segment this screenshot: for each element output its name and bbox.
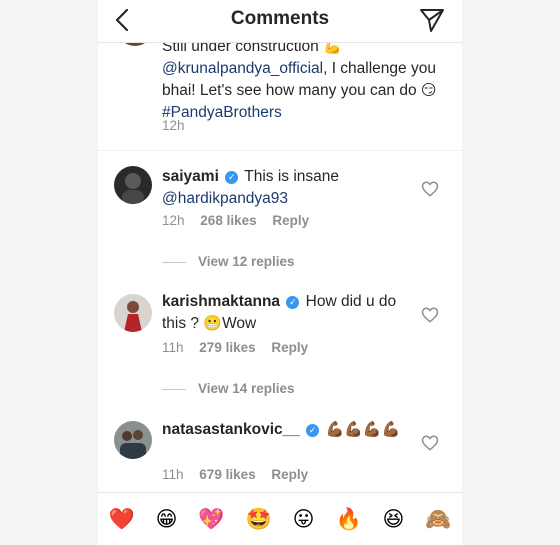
reply-button[interactable]: Reply (271, 340, 308, 355)
reply-button[interactable]: Reply (271, 467, 308, 482)
emoji-reaction-bar: ❤️ 😁 💖 🤩 😛 🔥 😆 🙈 (98, 492, 462, 545)
avatar[interactable] (114, 166, 152, 204)
verified-badge-icon: ✓ (306, 424, 320, 437)
emoji-heart[interactable]: ❤️ (108, 493, 134, 545)
comment-mention[interactable]: @hardikpandya93 (162, 190, 288, 207)
page-title: Comments (230, 8, 330, 29)
comment-time: 11h (162, 467, 184, 482)
reply-button[interactable]: Reply (272, 213, 309, 228)
comment-meta: 12h 268 likes Reply (162, 213, 321, 228)
verified-badge-icon: ✓ (225, 171, 239, 184)
comment-username[interactable]: karishmaktanna (162, 293, 280, 310)
caption-text: Still under construction 💪 @krunalpandya… (162, 36, 452, 124)
view-replies-label: View 12 replies (198, 254, 295, 269)
comment-time: 11h (162, 340, 184, 355)
paper-plane-icon[interactable] (418, 6, 446, 34)
emoji-sparkling-heart[interactable]: 💖 (198, 493, 224, 545)
caption-time: 12h (162, 118, 185, 133)
heart-icon[interactable] (421, 434, 439, 452)
emoji-tongue[interactable]: 😛 (293, 493, 315, 545)
likes-count[interactable]: 268 likes (200, 213, 256, 228)
view-replies-link[interactable]: View 12 replies (162, 254, 295, 269)
comment-meta: 11h 279 likes Reply (162, 340, 320, 355)
comment-meta: 11h 679 likes Reply (162, 467, 320, 482)
avatar[interactable] (114, 421, 152, 459)
comment-body: This is insane (244, 168, 339, 185)
comments-screen: Comments Still under construction 💪 @kru… (98, 0, 462, 545)
likes-count[interactable]: 279 likes (199, 340, 255, 355)
heart-icon[interactable] (421, 306, 439, 324)
emoji-see-no-evil[interactable]: 🙈 (425, 493, 451, 545)
comment-text: natasastankovic__ ✓ 💪🏾💪🏾💪🏾💪🏾 (162, 419, 412, 441)
emoji-grin[interactable]: 😁 (156, 493, 178, 545)
comment-emoji: 😬 (203, 315, 223, 332)
comment-text: karishmaktanna ✓ How did u do this ? 😬Wo… (162, 291, 412, 335)
replies-divider-line (162, 261, 186, 263)
caption-emoji-2: 😏 (420, 82, 437, 99)
comment-text: saiyami ✓ This is insane @hardikpandya93 (162, 166, 412, 210)
likes-count[interactable]: 679 likes (199, 467, 255, 482)
comment-username[interactable]: saiyami (162, 168, 219, 185)
emoji-star-struck[interactable]: 🤩 (246, 493, 272, 545)
verified-badge-icon: ✓ (286, 296, 300, 309)
avatar[interactable] (114, 294, 152, 332)
heart-icon[interactable] (421, 180, 439, 198)
divider (98, 150, 462, 151)
comment-time: 12h (162, 213, 185, 228)
comment-emoji: 💪🏾💪🏾💪🏾💪🏾 (325, 421, 401, 438)
view-replies-link[interactable]: View 14 replies (162, 381, 295, 396)
emoji-laughing[interactable]: 😆 (383, 493, 405, 545)
comment-username[interactable]: natasastankovic__ (162, 421, 300, 438)
top-bar: Comments (98, 0, 462, 43)
comment-body-2: Wow (222, 315, 257, 332)
replies-divider-line (162, 388, 186, 390)
caption-mention[interactable]: @krunalpandya_official (162, 60, 323, 77)
emoji-fire[interactable]: 🔥 (335, 493, 361, 545)
view-replies-label: View 14 replies (198, 381, 295, 396)
